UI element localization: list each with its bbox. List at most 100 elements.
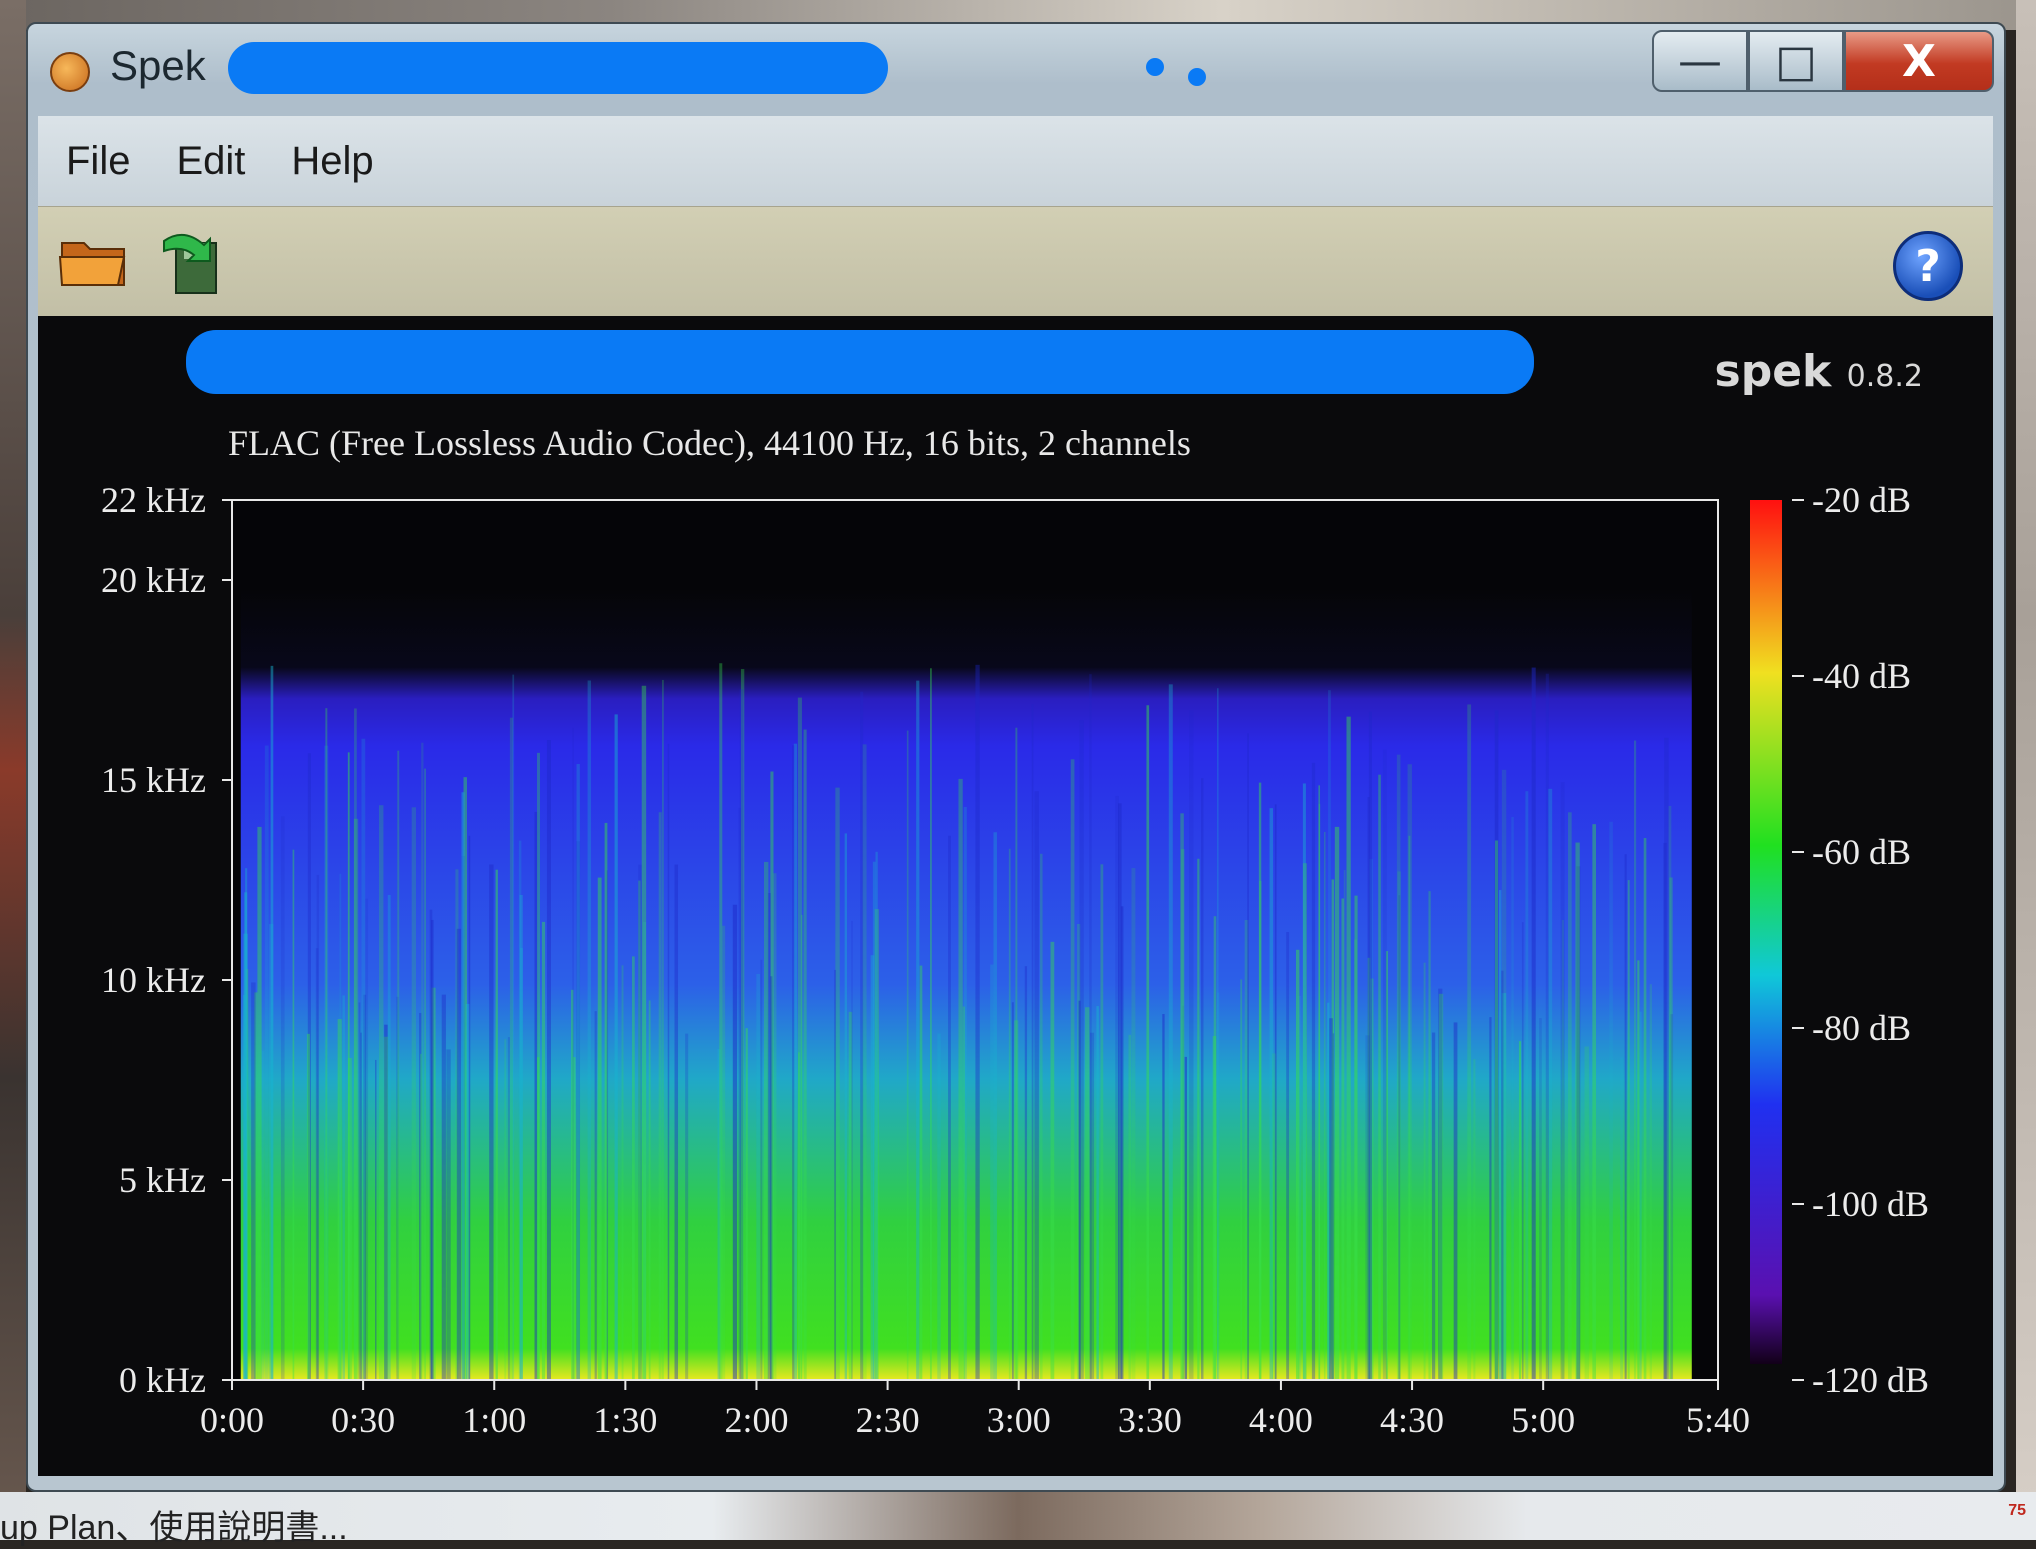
spectrogram-stripe: [251, 982, 256, 1380]
spectrogram-stripe: [962, 1006, 965, 1380]
window-controls: — □ X: [1652, 30, 1994, 92]
spectrogram-stripe: [342, 995, 345, 1380]
spectrogram-stripe: [756, 973, 761, 1380]
spectrogram-stripe: [264, 745, 269, 1380]
save-icon: [163, 234, 217, 294]
spectrogram-stripe: [1584, 1046, 1589, 1380]
spectrogram-stripe: [1011, 1002, 1014, 1380]
spectrogram-stripe: [674, 864, 679, 1380]
spectrogram-stripe: [573, 1057, 576, 1380]
colorbar-tick-label: -40 dB: [1812, 656, 1911, 696]
spectrogram-stripe: [739, 689, 744, 1380]
colorbar: [1750, 500, 1782, 1364]
title-bar[interactable]: Spek — □ X: [28, 24, 2004, 116]
spectrogram-stripe: [916, 680, 920, 1380]
spectrogram-stripe: [1197, 858, 1200, 1380]
close-button[interactable]: X: [1844, 30, 1994, 92]
spectrogram-stripe: [1131, 868, 1136, 1380]
spectrogram-stripe: [261, 1050, 265, 1380]
spectrogram-stripe: [851, 920, 853, 1380]
taskbar-item-label[interactable]: up Plan、使用說明書...: [0, 1500, 348, 1549]
spectrogram-stripe: [948, 835, 951, 1380]
spectrogram-stripe: [1382, 749, 1387, 1380]
spectrogram-stripe: [719, 663, 723, 1380]
spectrogram-stripe: [1341, 898, 1345, 1380]
y-tick-label: 5 kHz: [119, 1160, 206, 1200]
spectrogram-stripe: [1334, 826, 1340, 1380]
help-icon: ?: [1915, 240, 1941, 292]
spectrogram-stripe: [792, 745, 795, 1380]
maximize-button[interactable]: □: [1748, 30, 1844, 92]
spectrogram-stripe: [489, 864, 494, 1380]
spectrogram-stripe: [519, 894, 523, 1380]
spectrogram-panel: spek 0.8.2 FLAC (Free Lossless Audio Cod…: [38, 316, 1993, 1476]
spectrogram-stripe: [347, 752, 350, 1380]
spectrogram-stripe: [441, 994, 446, 1380]
watermark-logo: 75: [2008, 1502, 2026, 1519]
spectrogram-stripe: [1368, 711, 1372, 1380]
spectrogram-stripe: [1180, 849, 1185, 1380]
spectrogram-stripe: [1217, 688, 1219, 1380]
spectrogram-stripe: [495, 869, 498, 1380]
menu-file[interactable]: File: [66, 139, 130, 184]
menu-help[interactable]: Help: [291, 139, 373, 184]
spectrogram-stripe: [614, 714, 618, 1380]
spectrogram-stripe: [1031, 704, 1034, 1380]
spectrogram-stripe: [1085, 1007, 1090, 1380]
spectrogram-stripe: [1286, 932, 1290, 1380]
spectrogram-stripe: [648, 1000, 651, 1380]
spectrogram-stripe: [990, 964, 994, 1380]
menu-edit[interactable]: Edit: [176, 139, 245, 184]
spectrogram-stripe: [424, 768, 426, 1380]
spectrogram-stripe: [1201, 778, 1204, 1380]
spectrogram-stripe: [270, 665, 274, 1380]
spectrogram-stripe: [1423, 962, 1426, 1380]
spectrogram-stripe: [803, 729, 807, 1380]
spek-app-icon[interactable]: [50, 52, 90, 92]
spectrogram-stripe: [316, 874, 320, 1380]
save-button[interactable]: [158, 227, 230, 297]
spectrogram-stripe: [546, 740, 551, 1380]
spectrogram-stripe: [638, 880, 641, 1380]
colorbar-tick-label: -20 dB: [1812, 480, 1911, 520]
spectrogram-stripe: [1118, 803, 1122, 1380]
spectrogram-stripe: [1575, 842, 1580, 1380]
spectrogram-stripe: [1168, 684, 1173, 1380]
spectrogram-stripe: [325, 708, 328, 1380]
redaction-mark: [228, 42, 888, 94]
spectrogram-stripe: [1272, 1053, 1276, 1380]
spectrogram-stripe: [1489, 1017, 1492, 1380]
spectrogram-stripe: [594, 1011, 597, 1380]
spectrogram-stripe: [534, 811, 538, 1380]
spectrogram-stripe: [1343, 870, 1346, 1380]
spectrogram-stripe: [339, 873, 342, 1380]
help-button[interactable]: ?: [1893, 231, 1963, 301]
x-tick-label: 3:00: [987, 1400, 1051, 1440]
spectrogram-stripe: [875, 851, 878, 1380]
spectrogram-stripe: [772, 873, 777, 1380]
spectrogram-stripe: [1592, 824, 1596, 1380]
spectrogram-stripe: [1162, 1014, 1165, 1380]
spectrogram-stripe: [541, 921, 546, 1380]
x-tick-label: 2:00: [724, 1400, 788, 1440]
spectrogram-stripe: [1620, 1057, 1624, 1380]
spectrogram-stripe: [1247, 733, 1249, 1380]
spectrogram-stripe: [280, 816, 285, 1380]
spectrogram-stripe: [1539, 1018, 1542, 1380]
spectrogram-stripe: [834, 969, 837, 1380]
spectrogram-stripe: [306, 1033, 310, 1380]
spectrogram-stripe: [1318, 785, 1321, 1380]
minimize-button[interactable]: —: [1652, 30, 1748, 92]
spectrogram-stripe: [1568, 812, 1572, 1380]
x-tick-label: 5:40: [1686, 1400, 1750, 1440]
spectrogram-stripe: [1353, 939, 1357, 1380]
spectrogram-stripe: [604, 822, 608, 1380]
spectrogram-stripe: [1378, 774, 1381, 1380]
open-file-button[interactable]: [58, 233, 130, 291]
spectrogram-stripe: [1627, 880, 1630, 1380]
spectrogram-stripe: [1128, 1034, 1132, 1380]
spectrogram-stripe: [1494, 840, 1499, 1380]
spectrogram-stripe: [1050, 941, 1055, 1380]
spek-window: Spek — □ X File Edit Help ? spek 0.8.2 F…: [26, 22, 2006, 1492]
spectrogram-stripe: [1396, 754, 1401, 1380]
